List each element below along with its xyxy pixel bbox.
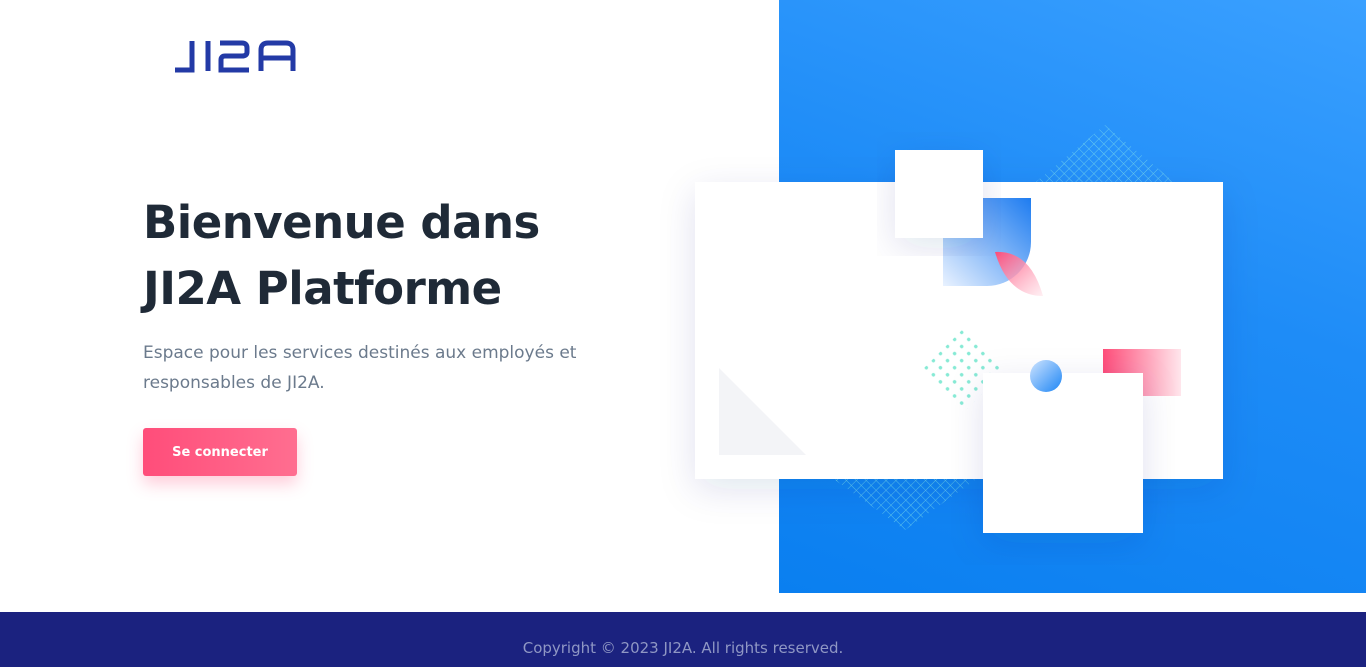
page-title: Bienvenue dans JI2A Platforme: [143, 190, 663, 322]
title-line-2: JI2A Platforme: [143, 262, 502, 315]
copyright-text: Copyright © 2023 JI2A. All rights reserv…: [522, 639, 844, 657]
hero-background-panel: [779, 0, 1366, 593]
brand-logo[interactable]: [172, 38, 296, 74]
hero-description: Espace pour les services destinés aux em…: [143, 343, 577, 393]
login-button[interactable]: Se connecter: [143, 428, 297, 476]
ji2a-logo-icon: [175, 40, 296, 73]
title-line-1: Bienvenue dans: [143, 196, 540, 249]
